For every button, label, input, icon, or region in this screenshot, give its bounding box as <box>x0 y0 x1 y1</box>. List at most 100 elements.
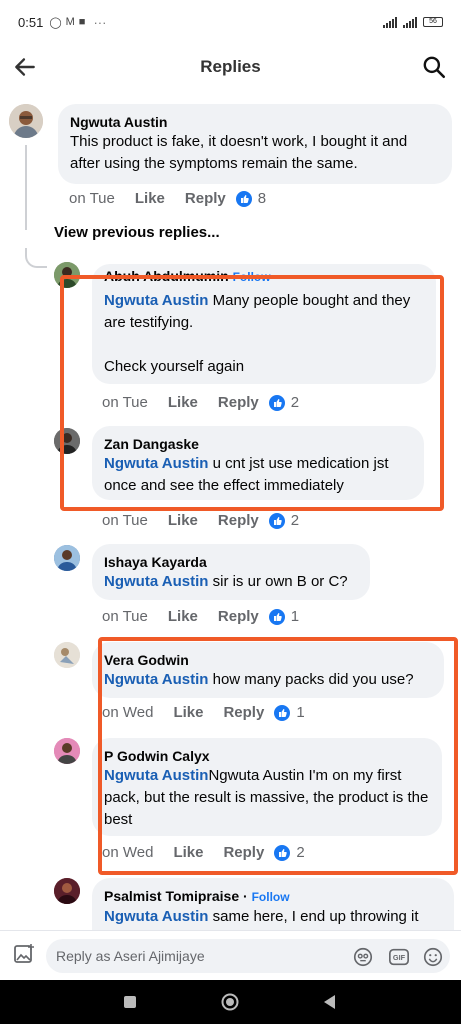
avatar[interactable] <box>54 738 80 764</box>
comment-actions: on Tue Like Reply 8 <box>69 190 266 207</box>
mention-link[interactable]: Ngwuta Austin <box>104 767 208 784</box>
person-avatar-icon <box>54 642 80 668</box>
comment-bubble[interactable]: Ngwuta Austin This product is fake, it d… <box>58 104 452 184</box>
reply-composer: Reply as Aseri Ajimijaye GIF <box>0 930 461 980</box>
mention-link[interactable]: Ngwuta Austin <box>104 455 208 472</box>
thumbs-up-icon <box>268 512 285 529</box>
comment-author-name[interactable]: Psalmist Tomipraise <box>104 888 239 904</box>
reaction-count: 2 <box>290 512 300 529</box>
avatar[interactable] <box>54 545 80 571</box>
reaction-count: 8 <box>257 190 267 207</box>
comment-actions: on Tue Like Reply 2 <box>102 512 299 529</box>
comment-text: Ngwuta Austin u cnt jst use medication j… <box>104 453 412 497</box>
view-previous-replies-link[interactable]: View previous replies... <box>54 224 220 241</box>
comment-bubble[interactable]: Vera Godwin Ngwuta Austin how many packs… <box>92 642 444 698</box>
thread-line <box>25 145 27 230</box>
mention-link[interactable]: Ngwuta Austin <box>104 292 208 309</box>
back-nav-icon[interactable] <box>320 992 340 1012</box>
comment-author[interactable]: Psalmist Tomipraise · Follow <box>104 887 442 906</box>
like-button[interactable]: Like <box>168 394 198 411</box>
like-button[interactable]: Like <box>173 844 203 861</box>
gmail-icon: M <box>65 15 75 28</box>
comment-text: Ngwuta AustinNgwuta Austin I'm on my fir… <box>104 765 430 831</box>
search-icon[interactable] <box>421 54 447 80</box>
comment-author[interactable]: Ishaya Kayarda <box>104 553 358 571</box>
thumbs-up-icon <box>268 608 285 625</box>
gif-icon[interactable]: GIF <box>388 946 410 968</box>
emoji-icon[interactable] <box>422 946 444 968</box>
mention-link[interactable]: Ngwuta Austin <box>104 671 208 688</box>
comment-time: on Tue <box>102 608 148 625</box>
reply-button[interactable]: Reply <box>185 190 226 207</box>
status-time: 0:51 <box>18 14 44 30</box>
comment-bubble[interactable]: Abuh Abdulmumin Follow Ngwuta Austin Man… <box>92 264 436 384</box>
reaction-count: 2 <box>296 844 305 861</box>
reaction-count: 1 <box>290 608 300 625</box>
reaction-count: 2 <box>290 394 300 411</box>
comment-text: Ngwuta Austin how many packs did you use… <box>104 669 432 691</box>
like-button[interactable]: Like <box>168 608 198 625</box>
comment-text: Ngwuta Austin same here, I end up throwi… <box>104 906 442 928</box>
avatar-sticker-icon[interactable] <box>352 946 374 968</box>
follow-button[interactable]: Follow <box>252 890 290 904</box>
avatar[interactable] <box>54 878 80 904</box>
reaction-count: 1 <box>296 704 305 721</box>
follow-button[interactable]: Follow <box>233 270 271 284</box>
whatsapp-icon: ◯ <box>49 16 62 29</box>
reply-button[interactable]: Reply <box>218 394 259 411</box>
reply-button[interactable]: Reply <box>223 704 264 721</box>
recent-apps-icon[interactable] <box>120 992 140 1012</box>
reply-input[interactable]: Reply as Aseri Ajimijaye GIF <box>46 939 450 973</box>
comment-author[interactable]: Ngwuta Austin <box>70 113 440 131</box>
thumbs-up-icon <box>268 394 285 411</box>
home-icon[interactable] <box>220 992 240 1012</box>
comment-author[interactable]: Vera Godwin <box>104 651 432 669</box>
comment-text-line2: Check yourself again <box>104 358 245 375</box>
comment-time: on Tue <box>102 394 148 411</box>
battery-icon: 56 <box>423 17 443 27</box>
signal-icon <box>383 16 397 28</box>
person-avatar-icon <box>54 545 80 571</box>
svg-text:GIF: GIF <box>393 953 406 962</box>
reply-button[interactable]: Reply <box>218 512 259 529</box>
thumbs-up-icon <box>274 844 291 861</box>
avatar[interactable] <box>54 642 80 668</box>
comment-bubble[interactable]: Ishaya Kayarda Ngwuta Austin sir is ur o… <box>92 544 370 600</box>
thumbs-up-icon <box>235 190 252 207</box>
comment-time: on Wed <box>102 704 154 721</box>
comment-time: on Wed <box>102 844 154 861</box>
comment-author[interactable]: P Godwin Calyx <box>104 747 430 765</box>
person-avatar-icon <box>9 104 43 138</box>
like-button[interactable]: Like <box>173 704 203 721</box>
name-separator: · <box>239 888 252 904</box>
photo-icon[interactable] <box>12 943 36 967</box>
person-avatar-icon <box>54 738 80 764</box>
person-avatar-icon <box>54 878 80 904</box>
mention-link[interactable]: Ngwuta Austin <box>104 908 208 925</box>
app-icon: ■ <box>78 15 86 28</box>
reply-button[interactable]: Reply <box>223 844 264 861</box>
comment-bubble[interactable]: Zan Dangaske Ngwuta Austin u cnt jst use… <box>92 426 424 500</box>
reply-button[interactable]: Reply <box>218 608 259 625</box>
comment-actions: on Wed Like Reply 1 <box>102 704 305 721</box>
avatar[interactable] <box>54 428 80 454</box>
more-notifications-dots: ··· <box>93 14 107 30</box>
avatar[interactable] <box>54 262 80 288</box>
page-title: Replies <box>200 57 261 76</box>
comment-actions: on Wed Like Reply 2 <box>102 844 305 861</box>
system-nav-bar <box>0 980 461 1024</box>
notification-icons: ◯ M ■ <box>49 16 85 29</box>
avatar[interactable] <box>9 104 43 138</box>
comment-author[interactable]: Abuh Abdulmumin Follow <box>104 267 424 286</box>
comment-bubble[interactable]: Psalmist Tomipraise · Follow Ngwuta Aust… <box>92 878 454 938</box>
person-avatar-icon <box>54 262 80 288</box>
comment-author[interactable]: Zan Dangaske <box>104 435 412 453</box>
like-button[interactable]: Like <box>135 190 165 207</box>
like-button[interactable]: Like <box>168 512 198 529</box>
mention-link[interactable]: Ngwuta Austin <box>104 573 208 590</box>
comment-actions: on Tue Like Reply 1 <box>102 608 299 625</box>
comment-bubble[interactable]: P Godwin Calyx Ngwuta AustinNgwuta Austi… <box>92 738 442 836</box>
thread-connector <box>25 248 47 268</box>
thumbs-up-icon <box>274 704 291 721</box>
comment-author-name[interactable]: Abuh Abdulmumin <box>104 268 229 284</box>
